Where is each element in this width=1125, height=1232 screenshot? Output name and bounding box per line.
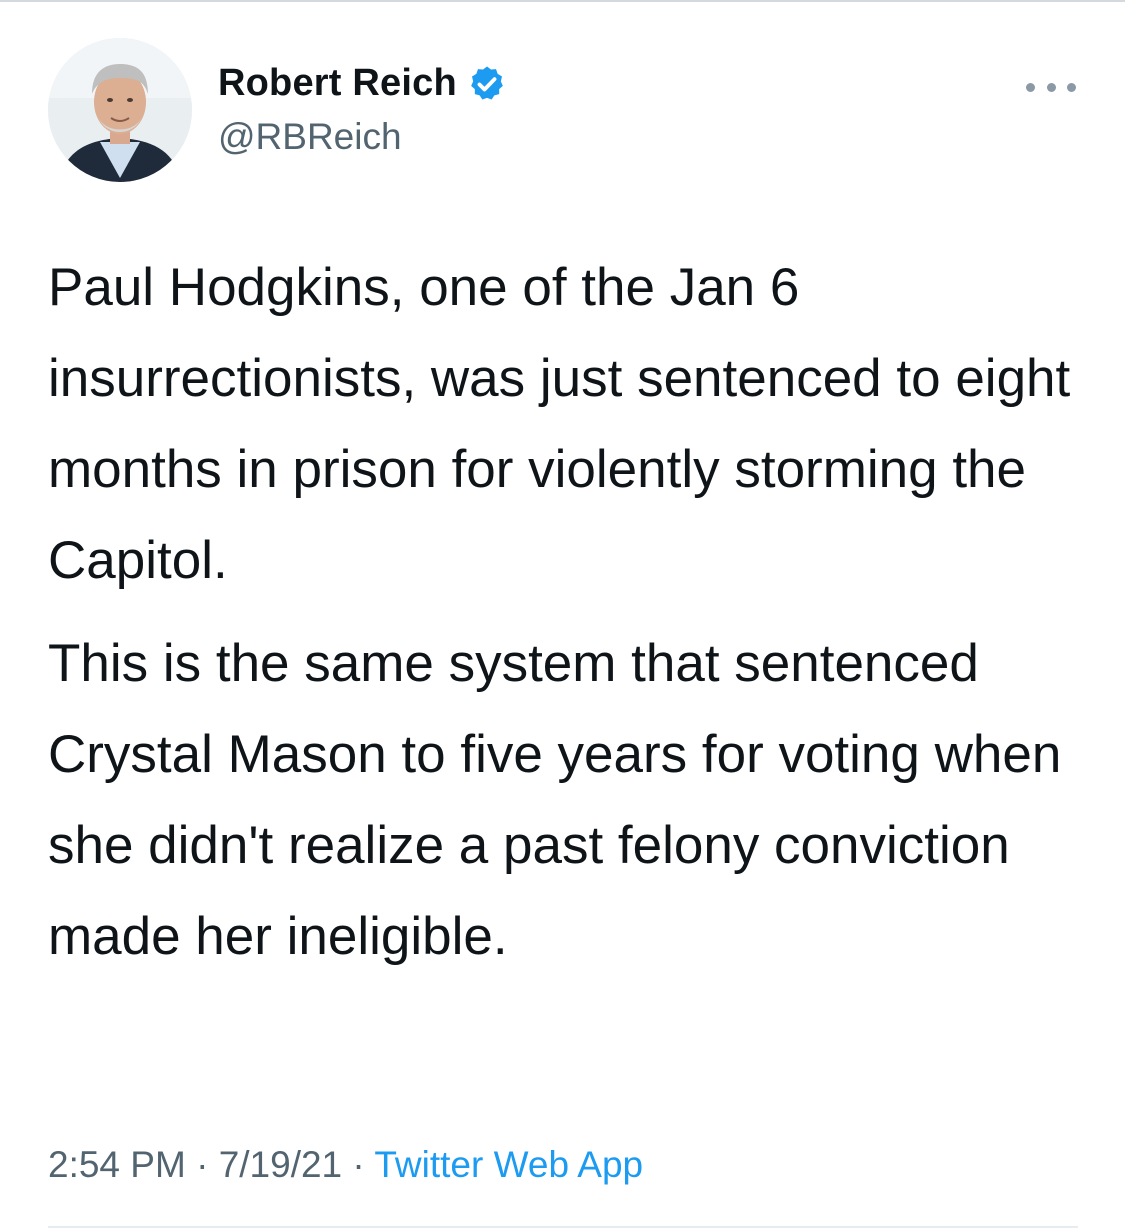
meta-separator: · xyxy=(196,1144,209,1185)
tweet-date[interactable]: 7/19/21 xyxy=(219,1144,342,1185)
display-name[interactable]: Robert Reich xyxy=(218,62,457,105)
more-dot xyxy=(1046,82,1056,92)
more-dot xyxy=(1026,82,1035,92)
tweet-paragraph: This is the same system that sentenced C… xyxy=(48,634,1062,966)
tweet-time[interactable]: 2:54 PM xyxy=(48,1144,186,1185)
more-dot xyxy=(1067,82,1076,92)
bottom-divider xyxy=(48,1226,1078,1228)
more-horizontal-icon[interactable] xyxy=(1026,72,1076,102)
tweet-paragraph: Paul Hodgkins, one of the Jan 6 insurrec… xyxy=(48,258,1071,590)
verified-badge-icon xyxy=(467,64,507,104)
user-handle[interactable]: @RBReich xyxy=(218,116,402,158)
meta-separator: · xyxy=(352,1144,365,1185)
tweet-text: Paul Hodgkins, one of the Jan 6 insurrec… xyxy=(48,242,1093,982)
author-name-row[interactable]: Robert Reich xyxy=(218,62,507,105)
tweet-metadata: 2:54 PM · 7/19/21 · Twitter Web App xyxy=(48,1144,643,1186)
tweet-source-link[interactable]: Twitter Web App xyxy=(374,1144,643,1185)
avatar[interactable] xyxy=(48,38,192,182)
avatar-image xyxy=(48,38,192,182)
tweet: Robert Reich @RBReich Paul Hodgkins, one… xyxy=(0,0,1125,1232)
